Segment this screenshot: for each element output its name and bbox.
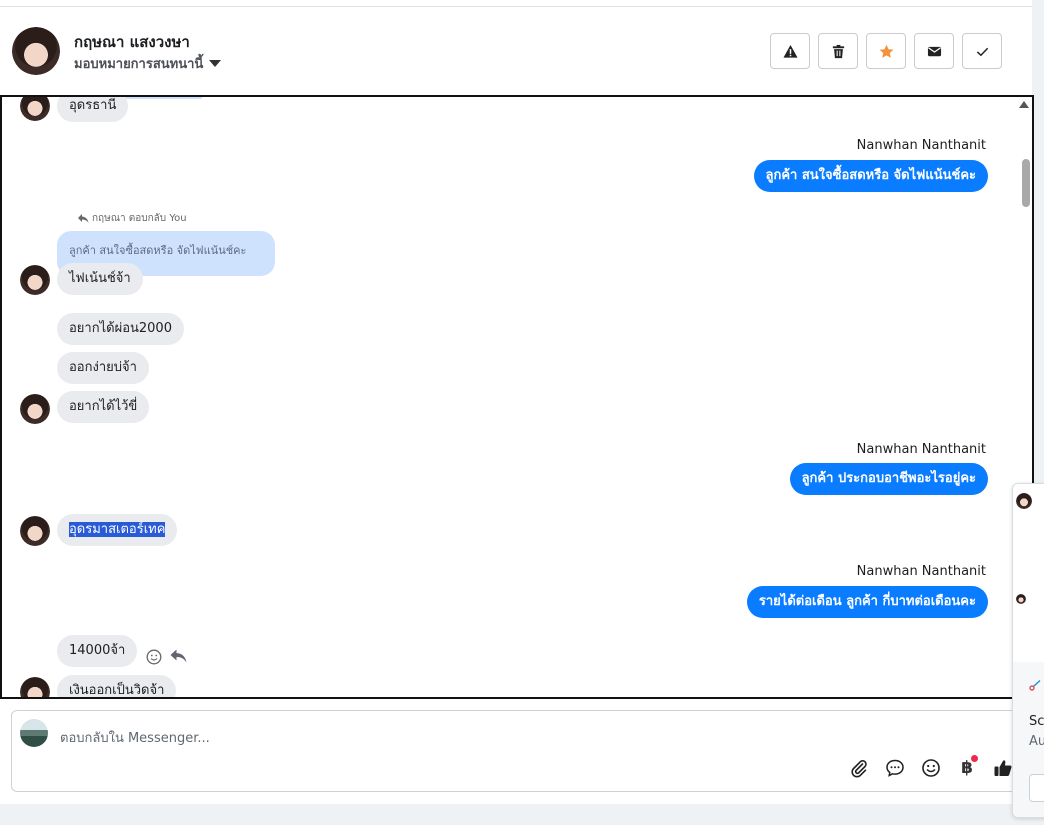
sender-name: Nanwhan Nanthanit	[856, 442, 986, 457]
reply-input[interactable]: ตอบกลับใน Messenger...	[60, 727, 210, 748]
warning-icon	[782, 44, 798, 58]
incoming-message: ออกง่ายบ่จ้า	[57, 352, 149, 384]
notification-dot	[971, 755, 978, 762]
trash-icon	[832, 44, 844, 58]
assign-conversation-dropdown[interactable]: มอบหมายการสนทนานี้	[74, 53, 222, 74]
scissors-icon	[1029, 680, 1041, 691]
popup-button[interactable]	[1029, 774, 1044, 802]
reply-note: กฤษณา ตอบกลับ You	[78, 211, 187, 226]
popup-avatar-small	[1016, 594, 1026, 604]
emoji-button[interactable]	[920, 757, 942, 779]
envelope-icon	[927, 46, 941, 56]
reply-note-text: กฤษณา ตอบกลับ You	[92, 213, 187, 224]
contact-name[interactable]: กฤษณา แสงวงษา	[74, 30, 190, 54]
star-button[interactable]	[866, 33, 906, 69]
react-emoji-icon[interactable]	[146, 649, 162, 665]
incoming-message: ไฟเน้นช์จ้า	[57, 263, 143, 295]
popup-avatar	[1016, 493, 1032, 509]
popup-title: Scr	[1029, 714, 1044, 729]
incoming-message: อยากได้ไว้ขี่	[57, 391, 150, 423]
emoji-icon	[922, 759, 940, 777]
assign-label: มอบหมายการสนทนานี้	[74, 57, 204, 72]
incoming-message: เงินออกเป็นวิดจ้า	[57, 675, 177, 697]
contact-avatar	[20, 677, 50, 697]
conversation-header: กฤษณา แสงวงษา มอบหมายการสนทนานี้	[0, 10, 1032, 94]
composer-toolbar: ฿	[848, 755, 1014, 779]
thumbs-up-icon	[994, 760, 1012, 776]
contact-avatar	[20, 394, 50, 424]
incoming-message: อยากได้ผ่อน2000	[57, 313, 184, 345]
popup-subtitle: Au	[1029, 734, 1044, 749]
contact-avatar	[20, 97, 50, 121]
outgoing-message: รายได้ต่อเดือน ลูกค้า กี่บาทต่อเดือนคะ	[746, 586, 988, 618]
paperclip-icon	[851, 760, 867, 778]
sender-name: Nanwhan Nanthanit	[856, 138, 986, 153]
like-button[interactable]	[992, 757, 1014, 779]
reply-arrow-icon	[78, 214, 89, 223]
saved-replies-button[interactable]	[884, 757, 906, 779]
selected-text: อุดรมาสเตอร์เทค	[69, 522, 166, 537]
scroll-up-arrow-icon[interactable]	[1019, 101, 1029, 108]
incoming-message: อุดรมาสเตอร์เทค	[57, 514, 178, 546]
done-button[interactable]	[962, 33, 1002, 69]
caret-down-icon	[209, 60, 222, 67]
contact-avatar	[20, 265, 50, 295]
scrollbar-thumb[interactable]	[1022, 159, 1030, 207]
check-icon	[976, 47, 988, 56]
reply-composer[interactable]: ตอบกลับใน Messenger... ฿	[11, 710, 1021, 792]
header-actions	[770, 33, 1002, 69]
page-avatar	[20, 719, 48, 747]
outgoing-message: ลูกค้า ประกอบอาชีพอะไรอยู่คะ	[789, 463, 988, 495]
attach-button[interactable]	[848, 757, 870, 779]
side-notification-popup[interactable]: Scr Au	[1012, 483, 1044, 818]
quoted-bubble-fragment	[122, 97, 202, 99]
incoming-message: อุดรธานี	[57, 97, 129, 122]
contact-avatar	[20, 516, 50, 546]
delete-button[interactable]	[818, 33, 858, 69]
reply-icon[interactable]	[170, 649, 187, 663]
mark-unread-button[interactable]	[914, 33, 954, 69]
report-button[interactable]	[770, 33, 810, 69]
top-divider	[0, 6, 1032, 7]
sender-name: Nanwhan Nanthanit	[856, 564, 986, 579]
incoming-message: 14000จ้า	[57, 635, 138, 667]
star-icon	[879, 44, 893, 58]
contact-avatar[interactable]	[12, 27, 60, 75]
message-thread[interactable]: อุดรธานี Nanwhan Nanthanit ลูกค้า สนใจซื…	[0, 95, 1034, 699]
payment-button[interactable]: ฿	[956, 755, 978, 779]
outgoing-message: ลูกค้า สนใจซื้อสดหรือ จัดไฟแน้นช์คะ	[753, 160, 988, 192]
chat-bubble-icon	[886, 759, 904, 777]
